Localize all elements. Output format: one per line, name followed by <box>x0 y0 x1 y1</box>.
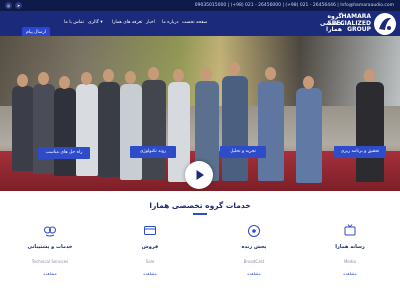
service-title: پخش زنده <box>241 244 267 250</box>
broadcast-icon <box>248 225 260 237</box>
sale-icon <box>144 226 156 235</box>
service-subtitle: BroadCast <box>243 259 265 264</box>
media-icon <box>344 224 356 236</box>
service-more-link[interactable]: مشاهده <box>110 271 190 276</box>
service-title: خدمات و پشتیبانی <box>27 244 73 250</box>
service-more-link[interactable]: مشاهده <box>310 271 390 276</box>
top-contact-bar: ◎ ➤ 09035015000 | (+98) 021 - 26456000 |… <box>0 0 400 11</box>
service-subtitle: Sale <box>145 259 155 264</box>
service-more-link[interactable]: مشاهده <box>10 271 90 276</box>
menu-tariffs[interactable]: تعرفه های همارا <box>112 20 142 25</box>
title-underline <box>193 213 207 215</box>
caption-solutions: راه حل های مناسب <box>38 147 90 159</box>
support-icon <box>44 226 56 237</box>
play-icon <box>196 170 204 180</box>
chevron-down-icon: ▾ <box>100 20 103 25</box>
play-video-button[interactable] <box>185 161 213 189</box>
service-title: رسانه همارا <box>335 244 365 250</box>
telegram-icon[interactable]: ➤ <box>15 2 22 9</box>
service-title: فروش <box>141 244 159 250</box>
main-navbar: HAMARA SPECIALIZED GROUP گروه تخصصی همار… <box>0 11 400 38</box>
service-subtitle: Media <box>343 259 356 264</box>
menu-contact[interactable]: تماس با ما <box>64 20 84 25</box>
services-title: خدمات گروه تخصصی همارا <box>149 201 251 210</box>
menu-news[interactable]: اخبار <box>146 20 155 25</box>
menu-gallery[interactable]: گالری ▾ <box>88 20 103 25</box>
brand-fa: گروه تخصصی همارا <box>320 13 345 33</box>
caption-research: تحقیق و برنامه ریزی <box>334 146 386 158</box>
menu-gallery-label: گالری <box>88 20 99 25</box>
contact-info: 09035015000 | (+98) 021 - 26456000 | (+9… <box>194 3 394 8</box>
caption-analysis: تجزیه و تحلیل <box>220 146 266 158</box>
caption-technology: روند تکنولوژی <box>130 146 176 158</box>
hamara-logo-icon[interactable] <box>374 13 396 35</box>
menu-home[interactable]: صفحه نخست <box>182 20 207 25</box>
service-more-link[interactable]: مشاهده <box>214 271 294 276</box>
menu-about[interactable]: درباره ما <box>162 20 179 25</box>
brand-en-line-3: GROUP <box>347 26 371 33</box>
instagram-icon[interactable]: ◎ <box>5 2 12 9</box>
service-subtitle: Technical Services <box>31 259 69 264</box>
